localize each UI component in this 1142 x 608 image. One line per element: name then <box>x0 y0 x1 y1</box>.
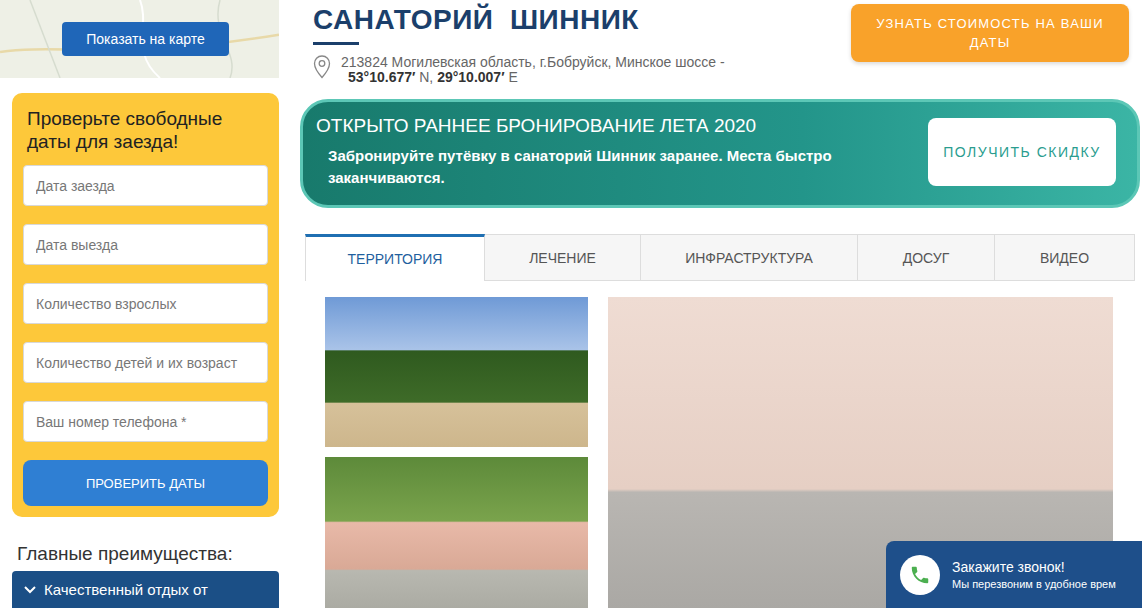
tab-bar: ТЕРРИТОРИЯЛЕЧЕНИЕИНФРАСТРУКТУРАДОСУГВИДЕ… <box>305 234 1135 281</box>
callback-title: Закажите звонок! <box>952 559 1116 575</box>
photo[interactable] <box>325 297 588 447</box>
check-dates-button[interactable]: ПРОВЕРИТЬ ДАТЫ <box>23 460 268 506</box>
left-column: Показать на карте Проверьте свободные дат… <box>0 0 279 608</box>
booking-field[interactable] <box>23 224 268 265</box>
promo-title: ОТКРЫТО РАННЕЕ БРОНИРОВАНИЕ ЛЕТА 2020 <box>316 115 888 137</box>
discount-button[interactable]: ПОЛУЧИТЬ СКИДКУ <box>928 118 1116 186</box>
phone-icon <box>900 555 940 595</box>
advantages-title: Главные преимущества: <box>17 543 279 565</box>
tab[interactable]: ДОСУГ <box>858 234 995 280</box>
hotel-title: САНАТОРИЙ ШИННИК <box>313 4 725 36</box>
advantage-label: Качественный отдых от <box>44 581 208 598</box>
header: САНАТОРИЙ ШИННИК 213824 Могилевская облас… <box>300 0 1140 85</box>
callback-text: Мы перезвоним в удобное врем <box>952 578 1116 590</box>
price-button[interactable]: УЗНАТЬ СТОИМОСТЬ НА ВАШИ ДАТЫ <box>851 4 1129 62</box>
promo-text: Забронируйте путёвку в санаторий Шинник … <box>316 145 888 189</box>
advantage-item[interactable]: Качественный отдых от <box>12 571 279 608</box>
booking-field[interactable] <box>23 283 268 324</box>
address: 213824 Могилевская область, г.Бобруйск, … <box>313 55 725 85</box>
tab[interactable]: ЛЕЧЕНИЕ <box>485 234 641 280</box>
tab[interactable]: ИНФРАСТРУКТУРА <box>641 234 858 280</box>
booking-field[interactable] <box>23 342 268 383</box>
hotel-info: САНАТОРИЙ ШИННИК 213824 Могилевская облас… <box>313 4 725 85</box>
promo-banner: ОТКРЫТО РАННЕЕ БРОНИРОВАНИЕ ЛЕТА 2020 Заб… <box>300 99 1140 208</box>
photo[interactable] <box>325 457 588 608</box>
main-column: САНАТОРИЙ ШИННИК 213824 Могилевская облас… <box>300 0 1140 608</box>
page: Показать на карте Проверьте свободные дат… <box>0 0 1142 608</box>
title-underline <box>313 42 359 45</box>
booking-field[interactable] <box>23 165 268 206</box>
booking-form: Проверьте свободные даты для заезда! ПРОВ… <box>12 93 279 517</box>
chevron-icon <box>24 586 36 594</box>
address-line: 213824 Могилевская область, г.Бобруйск, … <box>341 55 725 70</box>
tab[interactable]: ТЕРРИТОРИЯ <box>305 234 485 281</box>
tab[interactable]: ВИДЕО <box>995 234 1135 280</box>
map-thumbnail[interactable]: Показать на карте <box>0 0 279 78</box>
show-on-map-button[interactable]: Показать на карте <box>62 22 229 56</box>
callback-widget[interactable]: Закажите звонок! Мы перезвоним в удобное … <box>886 541 1142 608</box>
coordinates: 53°10.677′ N, 29°10.007′ E <box>341 70 725 85</box>
booking-field[interactable] <box>23 401 268 442</box>
booking-title: Проверьте свободные даты для заезда! <box>23 107 268 153</box>
location-pin-icon <box>313 55 331 79</box>
